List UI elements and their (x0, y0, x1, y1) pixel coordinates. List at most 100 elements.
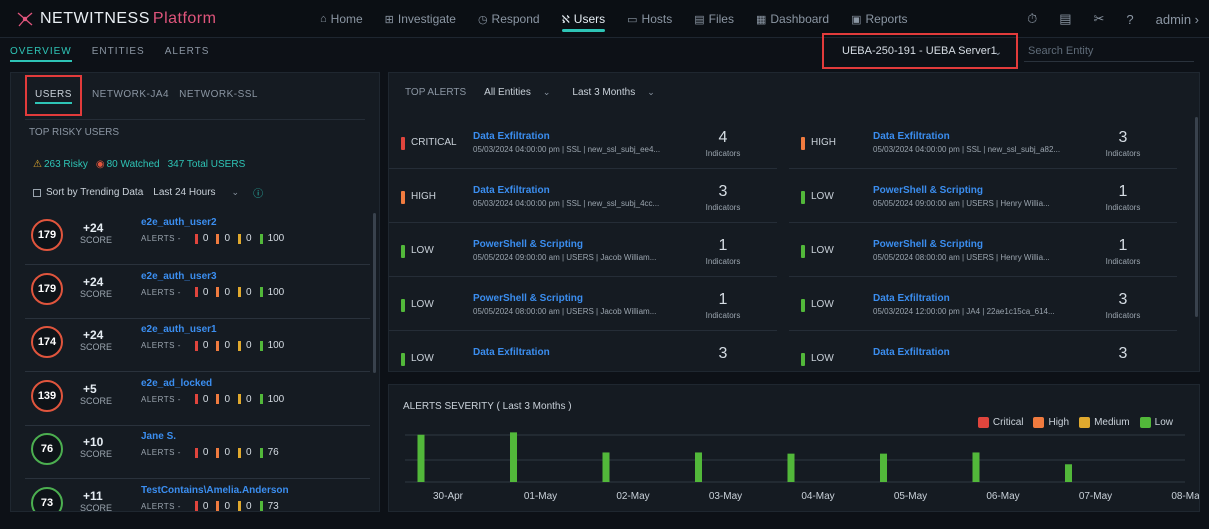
alert-title[interactable]: Data Exfiltration (473, 131, 550, 142)
scrollbar[interactable] (373, 213, 376, 373)
low-count: 100 (267, 286, 285, 298)
score-label: SCORE (80, 449, 113, 459)
alert-card[interactable]: LOW PowerShell & Scripting 05/05/2024 08:0… (789, 231, 1177, 277)
severity-label: LOW (811, 245, 834, 256)
bar-low[interactable] (602, 452, 610, 482)
alert-card[interactable]: LOW Data Exfiltration 3 (789, 339, 1177, 371)
bar-low[interactable] (417, 434, 425, 482)
x-tick-label: 07-May (1079, 491, 1112, 502)
tab-users[interactable]: USERS (25, 75, 82, 116)
alert-title[interactable]: PowerShell & Scripting (473, 293, 583, 304)
alert-title[interactable]: Data Exfiltration (473, 185, 550, 196)
hosts-icon: ▭ (627, 13, 638, 26)
alert-title[interactable]: Data Exfiltration (473, 347, 550, 358)
indicators-label: Indicators (1105, 257, 1141, 266)
watched-count[interactable]: 80 Watched (107, 159, 160, 170)
alert-title[interactable]: Data Exfiltration (873, 293, 950, 304)
alert-card[interactable]: CRITICAL Data Exfiltration 05/03/2024 04:0… (389, 123, 777, 169)
nav-users[interactable]: ℵ Users (561, 0, 605, 38)
bar-low[interactable] (695, 452, 702, 482)
alerts-label: ALERTS - (141, 501, 181, 511)
score-delta: +24 (83, 221, 104, 235)
user-name[interactable]: e2e_auth_user1 (141, 324, 217, 335)
alert-card[interactable]: LOW PowerShell & Scripting 05/05/2024 09:0… (389, 231, 777, 277)
timer-icon[interactable]: ⏱ (1027, 11, 1037, 27)
alert-title[interactable]: PowerShell & Scripting (473, 239, 583, 250)
server-select[interactable]: UEBA-250-191 - UEBA Server1 ⌄ (822, 33, 1018, 69)
divider (25, 119, 365, 120)
user-name[interactable]: e2e_ad_locked (141, 378, 212, 389)
indicator-count: 1 (718, 291, 728, 308)
user-menu[interactable]: admin › (1156, 12, 1199, 27)
top-risky-users-panel: USERS NETWORK-JA4 NETWORK-SSL TOP RISKY … (10, 72, 380, 512)
nav-hosts[interactable]: ▭ Hosts (627, 0, 672, 38)
range-select[interactable]: Last 3 Months (572, 87, 635, 98)
nav-dashboard[interactable]: ▦ Dashboard (756, 0, 829, 38)
chevron-down-icon[interactable]: ⌄ (647, 87, 655, 98)
tab-network-ja4[interactable]: NETWORK-JA4 (92, 89, 169, 116)
user-name[interactable]: TestContains\Amelia.Anderson (141, 485, 289, 496)
score-delta: +24 (83, 274, 104, 289)
alert-card[interactable]: HIGH Data Exfiltration 05/03/2024 04:00:00… (389, 177, 777, 223)
user-name[interactable]: Jane S. (141, 431, 176, 442)
tab-alerts[interactable]: ALERTS (165, 38, 220, 64)
user-row[interactable]: 76 +10 SCORE Jane S. ALERTS - 0 0 0 76 (25, 427, 370, 479)
info-icon[interactable]: ⓘ (253, 185, 263, 200)
server-select-value: UEBA-250-191 - UEBA Server1 (842, 45, 997, 57)
bar-low[interactable] (880, 453, 887, 482)
indicators-label: Indicators (705, 311, 741, 320)
respond-icon: ◷ (477, 13, 488, 26)
tools-icon[interactable]: ✂ (1094, 11, 1105, 27)
nav-respond[interactable]: ◷ Respond (478, 0, 540, 38)
user-row[interactable]: 139 +5 SCORE e2e_ad_locked ALERTS - 0 0 0 100 (25, 374, 370, 426)
alert-card[interactable]: LOW Data Exfiltration 05/03/2024 12:00:00 … (789, 285, 1177, 331)
alert-card[interactable]: LOW PowerShell & Scripting 05/05/2024 08:0… (389, 285, 777, 331)
user-name[interactable]: e2e_auth_user2 (141, 217, 217, 228)
alert-title[interactable]: Data Exfiltration (873, 347, 950, 358)
chevron-down-icon[interactable]: ⌄ (232, 187, 240, 198)
chevron-down-icon[interactable]: ⌄ (543, 87, 551, 98)
critical-count: 0 (202, 340, 209, 351)
user-row[interactable]: 174 +24 SCORE e2e_auth_user1 ALERTS - 0 0 0 100 (25, 320, 370, 372)
critical-count: 0 (202, 233, 209, 244)
tab-overview[interactable]: OVERVIEW (10, 38, 82, 64)
severity-label: LOW (811, 353, 834, 364)
notes-icon[interactable]: ▤ (1059, 11, 1071, 27)
entities-select[interactable]: All Entities (484, 87, 531, 98)
high-count: 0 (224, 340, 230, 351)
alert-card[interactable]: LOW PowerShell & Scripting 05/05/2024 09:0… (789, 177, 1177, 223)
user-row[interactable]: 73 +11 SCORE TestContains\Amelia.Anderson AL… (25, 481, 370, 512)
alert-card[interactable]: HIGH Data Exfiltration 05/03/2024 04:00:00… (789, 123, 1177, 169)
alert-title[interactable]: Data Exfiltration (873, 131, 950, 142)
nav-investigate[interactable]: ⊞ Investigate (385, 0, 456, 38)
total-users[interactable]: 347 Total USERS (168, 159, 246, 170)
high-count: 0 (224, 447, 230, 458)
scrollbar[interactable] (1195, 117, 1198, 317)
medium-count: 0 (246, 286, 252, 298)
search-entity-input[interactable]: Search Entity (1024, 40, 1194, 62)
alert-title[interactable]: PowerShell & Scripting (873, 185, 983, 196)
low-count: 100 (267, 340, 285, 351)
tab-entities[interactable]: ENTITIES (92, 38, 155, 64)
trending-checkbox[interactable] (33, 188, 41, 197)
bar-low[interactable] (510, 432, 517, 482)
bar-low[interactable] (1065, 464, 1072, 482)
user-name[interactable]: e2e_auth_user3 (141, 271, 217, 282)
range-select[interactable]: Last 24 Hours (153, 187, 215, 198)
critical-count: 0 (202, 500, 209, 512)
alert-card[interactable]: LOW Data Exfiltration 3 (389, 339, 777, 371)
help-icon[interactable]: ? (1126, 12, 1133, 27)
tab-network-ssl[interactable]: NETWORK-SSL (179, 89, 258, 116)
app-logo[interactable]: NETWITNESS Platform (16, 10, 216, 28)
alert-title[interactable]: PowerShell & Scripting (873, 239, 983, 250)
nav-files[interactable]: ▤ Files (694, 0, 734, 38)
top-alerts-header: TOP ALERTS All Entities ⌄ Last 3 Months … (405, 87, 655, 98)
risky-count[interactable]: 263 Risky (44, 159, 88, 170)
user-row[interactable]: 179 +24 SCORE e2e_auth_user2 ALERTS - 0 0 0 100 (25, 213, 370, 265)
bar-low[interactable] (972, 452, 980, 482)
nav-home[interactable]: ⌂ Home (320, 0, 363, 38)
user-row[interactable]: 179 +24 SCORE e2e_auth_user3 ALERTS - 0 0 0 100 (25, 267, 370, 319)
severity-marker (801, 191, 805, 204)
critical-marker (194, 447, 198, 458)
bar-low[interactable] (787, 453, 795, 482)
